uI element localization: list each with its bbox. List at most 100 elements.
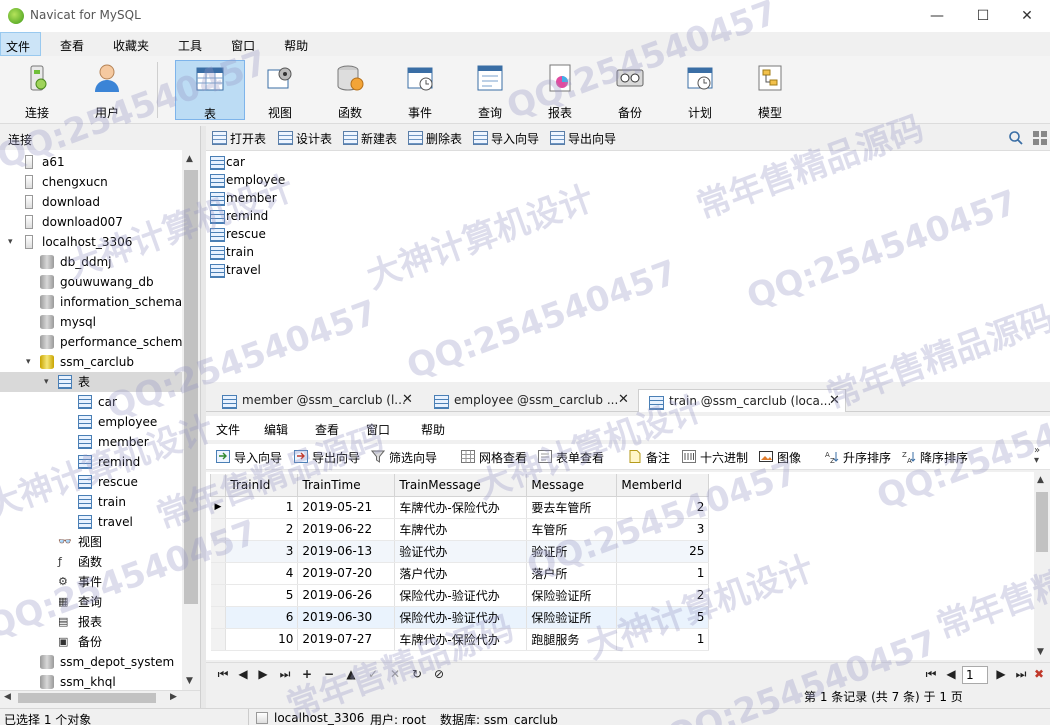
row-marker[interactable] — [210, 628, 227, 651]
minimize-button[interactable]: — — [914, 0, 960, 32]
table-cell[interactable]: 6 — [225, 606, 299, 629]
table-cell[interactable]: 2 — [616, 584, 710, 607]
tree-item[interactable]: travel — [0, 512, 182, 532]
grid-view-button[interactable]: 网格查看 — [459, 449, 527, 466]
tab-member[interactable]: member @ssm_carclub (l... ✕ — [212, 389, 420, 412]
tree-item[interactable]: employee — [0, 412, 182, 432]
add-record-icon[interactable]: + — [298, 667, 316, 681]
table-cell[interactable]: 1 — [616, 628, 710, 651]
grid-view-icon[interactable] — [1032, 130, 1048, 146]
menu-view[interactable]: 查看 — [55, 32, 94, 56]
tree-item[interactable]: gouwuwang_db — [0, 272, 182, 292]
toolbar-event-button[interactable]: 事件 — [385, 60, 455, 120]
maximize-button[interactable]: ☐ — [960, 0, 1006, 32]
tree-item[interactable]: ssm_depot_system — [0, 652, 182, 672]
table-cell[interactable]: 3 — [616, 518, 710, 541]
table-cell[interactable]: 3 — [225, 540, 299, 563]
discard-icon[interactable]: ✕ — [386, 667, 404, 681]
row-marker[interactable] — [210, 518, 227, 541]
table-cell[interactable]: 5 — [616, 606, 710, 629]
object-list-item[interactable]: member — [208, 189, 277, 207]
hex-button[interactable]: 十六进制 — [680, 449, 748, 466]
tree-item[interactable]: ▾ localhost_3306 — [0, 232, 182, 252]
delete-table-button[interactable]: 删除表 — [408, 130, 462, 147]
tree-item[interactable]: download007 — [0, 212, 182, 232]
table-cell[interactable]: 车牌代办-保险代办 — [394, 496, 528, 519]
column-header[interactable]: TrainMessage — [394, 474, 528, 497]
close-button[interactable]: ✕ — [1004, 0, 1050, 32]
table-cell[interactable]: 5 — [225, 584, 299, 607]
table-row[interactable]: 6 2019-06-30 保险代办-验证代办 保险验证所 5 — [210, 606, 710, 629]
inner-menu-help[interactable]: 帮助 — [421, 421, 445, 438]
table-row[interactable]: 2 2019-06-22 车牌代办 车管所 3 — [210, 518, 710, 541]
menu-file[interactable]: 文件 — [0, 32, 42, 56]
toolbar-connection-button[interactable]: 连接 — [2, 60, 72, 120]
table-cell[interactable]: 车牌代办-保险代办 — [394, 628, 528, 651]
table-cell[interactable]: 要去车管所 — [526, 496, 618, 519]
last-record-icon[interactable]: ⏭ — [276, 667, 294, 682]
grid-import-wizard-button[interactable]: 导入向导 — [214, 449, 282, 466]
tree-item[interactable]: chengxucn — [0, 172, 182, 192]
table-row[interactable]: 3 2019-06-13 验证代办 验证所 25 — [210, 540, 710, 563]
scroll-left-arrow-icon[interactable]: ◀ — [4, 692, 11, 702]
next-page-icon[interactable]: ▶ — [992, 667, 1010, 681]
grid-export-wizard-button[interactable]: 导出向导 — [292, 449, 360, 466]
table-cell[interactable]: 2 — [616, 496, 710, 519]
image-button[interactable]: 图像 — [757, 449, 801, 466]
table-cell[interactable]: 验证所 — [526, 540, 618, 563]
first-record-icon[interactable]: ⏮ — [214, 667, 232, 682]
table-cell[interactable]: 跑腿服务 — [526, 628, 618, 651]
import-wizard-button[interactable]: 导入向导 — [473, 130, 539, 147]
table-cell[interactable]: 2 — [225, 518, 299, 541]
toolbar-report-button[interactable]: 报表 — [525, 60, 595, 120]
table-row[interactable]: ▶ 1 2019-05-21 车牌代办-保险代办 要去车管所 2 — [210, 496, 710, 519]
filter-wizard-button[interactable]: 筛选向导 — [369, 449, 437, 466]
tree-horizontal-scroll-thumb[interactable] — [18, 693, 156, 703]
scroll-up-arrow-icon[interactable]: ▲ — [1037, 475, 1044, 485]
memo-button[interactable]: 备注 — [626, 449, 670, 466]
table-cell[interactable]: 保险代办-验证代办 — [394, 606, 528, 629]
open-table-button[interactable]: 打开表 — [212, 130, 266, 147]
apply-changes-icon[interactable]: ▲ — [342, 667, 360, 681]
menu-favorites[interactable]: 收藏夹 — [108, 32, 159, 56]
toolbar-function-button[interactable]: 函数 — [315, 60, 385, 120]
toolbar-overflow-chevron-icon[interactable]: » ▾ — [1034, 446, 1040, 466]
toolbar-table-button[interactable]: 表 — [175, 60, 245, 121]
object-list-item[interactable]: remind — [208, 207, 268, 225]
scroll-right-arrow-icon[interactable]: ▶ — [170, 692, 177, 702]
tree-item[interactable]: db_ddmj — [0, 252, 182, 272]
object-list-item[interactable]: train — [208, 243, 254, 261]
grid-vertical-scroll-thumb[interactable] — [1036, 492, 1048, 552]
tree-item[interactable]: information_schema — [0, 292, 182, 312]
table-cell[interactable]: 2019-06-13 — [297, 540, 396, 563]
table-cell[interactable]: 10 — [225, 628, 299, 651]
previous-page-icon[interactable]: ◀ — [942, 667, 960, 681]
table-row[interactable]: 5 2019-06-26 保险代办-验证代办 保险验证所 2 — [210, 584, 710, 607]
table-cell[interactable]: 2019-07-20 — [297, 562, 396, 585]
table-cell[interactable]: 2019-06-26 — [297, 584, 396, 607]
delete-record-icon[interactable]: − — [320, 667, 338, 681]
sort-descending-button[interactable]: Z A 降序排序 — [900, 449, 968, 466]
first-page-icon[interactable]: ⏮ — [922, 667, 940, 682]
tree-item[interactable]: performance_schem — [0, 332, 182, 352]
toolbar-query-button[interactable]: 查询 — [455, 60, 525, 120]
tree-item[interactable]: ▾ 表 — [0, 372, 182, 392]
table-cell[interactable]: 车牌代办 — [394, 518, 528, 541]
new-table-button[interactable]: 新建表 — [343, 130, 397, 147]
cancel-changes-icon[interactable]: ✓ — [364, 667, 382, 681]
toolbar-view-button[interactable]: 视图 — [245, 60, 315, 120]
tree-item[interactable]: member — [0, 432, 182, 452]
sort-ascending-button[interactable]: A Z 升序排序 — [823, 449, 891, 466]
tree-expand-arrow-icon[interactable]: ▾ — [26, 352, 36, 372]
tab-close-icon[interactable]: ✕ — [829, 393, 840, 408]
design-table-button[interactable]: 设计表 — [278, 130, 332, 147]
tree-item[interactable]: a61 — [0, 152, 182, 172]
tree-item[interactable]: remind — [0, 452, 182, 472]
settings-tool-icon[interactable]: ✖ — [1030, 667, 1048, 681]
column-header[interactable]: TrainId — [225, 474, 299, 497]
column-header[interactable]: Message — [526, 474, 618, 497]
inner-menu-window[interactable]: 窗口 — [366, 421, 390, 438]
tree-item[interactable]: rescue — [0, 472, 182, 492]
row-marker[interactable] — [210, 540, 227, 563]
tree-item[interactable]: ⚙ 事件 — [0, 572, 182, 592]
